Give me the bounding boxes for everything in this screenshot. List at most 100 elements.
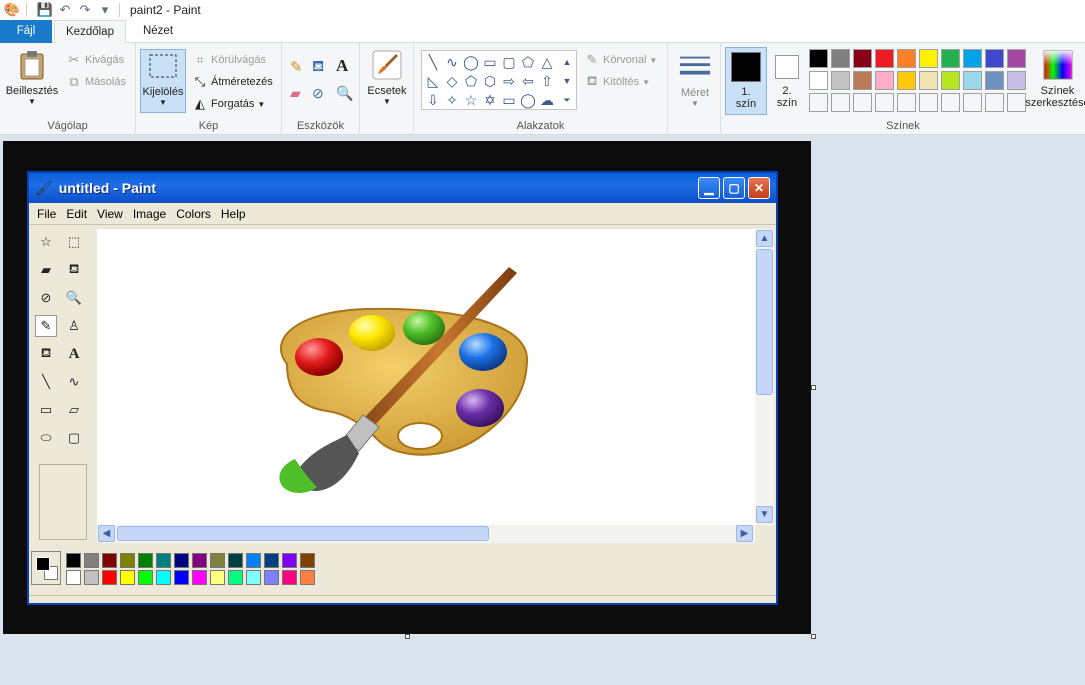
color-swatch[interactable] (875, 93, 894, 112)
select-button[interactable]: Kijelölés ▼ (140, 49, 186, 113)
color-swatch[interactable] (897, 49, 916, 68)
cut-button[interactable]: ✂ Kivágás (66, 52, 125, 68)
xp-menu-edit: Edit (66, 206, 88, 221)
paste-button[interactable]: Beillesztés ▼ (4, 49, 60, 106)
color-swatch[interactable] (809, 93, 828, 112)
color-swatch[interactable] (897, 93, 916, 112)
customize-quick-access-icon[interactable]: ▾ (97, 2, 113, 18)
color-swatch[interactable] (831, 93, 850, 112)
tab-home[interactable]: Kezdőlap (54, 20, 126, 44)
color-swatch[interactable] (809, 49, 828, 68)
color-swatch[interactable] (809, 71, 828, 90)
up-arrow-shape-icon[interactable]: ⇧ (538, 72, 556, 90)
xp-color-swatch (282, 570, 297, 585)
color-swatch[interactable] (853, 71, 872, 90)
right-arrow-shape-icon[interactable]: ⇨ (500, 72, 518, 90)
edit-colors-button[interactable]: Színek szerkesztése (1025, 49, 1085, 109)
color-swatch[interactable] (919, 71, 938, 90)
color-swatch[interactable] (919, 49, 938, 68)
five-point-star-shape-icon[interactable]: ☆ (462, 91, 480, 109)
redo-icon[interactable]: ↷ (77, 2, 93, 18)
color-swatch[interactable] (963, 93, 982, 112)
color-swatch[interactable] (985, 71, 1004, 90)
save-icon[interactable]: 💾 (37, 2, 53, 18)
six-point-star-shape-icon[interactable]: ✡ (481, 91, 499, 109)
polygon-shape-icon[interactable]: ⬠ (519, 53, 537, 71)
color-swatch[interactable] (875, 71, 894, 90)
fill-button[interactable]: ⛾ Kitöltés ▼ (584, 73, 650, 90)
diamond-shape-icon[interactable]: ◇ (443, 72, 461, 90)
color1-button[interactable]: 1. szín (725, 47, 767, 115)
left-arrow-shape-icon[interactable]: ⇦ (519, 72, 537, 90)
xp-color-swatch (138, 570, 153, 585)
triangle-shape-icon[interactable]: △ (538, 53, 556, 71)
rotate-button[interactable]: ◭ Forgatás ▼ (192, 96, 265, 112)
color-swatch[interactable] (1007, 71, 1026, 90)
color-swatch[interactable] (853, 93, 872, 112)
color-swatch[interactable] (875, 49, 894, 68)
resize-handle-corner[interactable] (811, 634, 816, 639)
resize-button[interactable]: ⤡ Átméretezés (192, 74, 273, 90)
curve-shape-icon[interactable]: ∿ (443, 53, 461, 71)
resize-handle-right[interactable] (811, 385, 816, 390)
rounded-rectangle-shape-icon[interactable]: ▢ (500, 53, 518, 71)
brushes-button[interactable]: Ecsetek ▼ (364, 49, 410, 106)
rectangle-shape-icon[interactable]: ▭ (481, 53, 499, 71)
outline-pen-icon: ✎ (586, 52, 598, 67)
color-swatch[interactable] (985, 93, 1004, 112)
color-swatch[interactable] (831, 71, 850, 90)
ellipse-tool-icon: ⬭ (40, 430, 52, 445)
oval-shape-icon[interactable]: ◯ (462, 53, 480, 71)
down-arrow-shape-icon[interactable]: ⇩ (424, 91, 442, 109)
color-swatch[interactable] (1007, 93, 1026, 112)
more-shapes-icon[interactable]: ⏷ (559, 91, 575, 109)
cloud-callout-shape-icon[interactable]: ☁ (538, 91, 556, 109)
callout-rect-shape-icon[interactable]: ▭ (500, 91, 518, 109)
fill-bucket-icon[interactable]: ⛾ (312, 58, 324, 77)
color2-button[interactable]: 2. szín (769, 47, 805, 115)
color-swatch[interactable] (941, 49, 960, 68)
color-swatch[interactable] (963, 49, 982, 68)
color-swatch[interactable] (941, 71, 960, 90)
cut-label: Kivágás (85, 54, 125, 66)
resize-icon: ⤡ (194, 74, 206, 89)
tab-file[interactable]: Fájl (0, 20, 52, 43)
color-swatch[interactable] (919, 93, 938, 112)
copy-button[interactable]: ⧉ Másolás (66, 74, 126, 90)
pentagon-shape-icon[interactable]: ⬠ (462, 72, 480, 90)
window-title: paint2 - Paint (130, 3, 201, 17)
size-button[interactable]: Méret ▼ (673, 51, 717, 108)
text-tool-icon[interactable]: A (336, 56, 348, 76)
color-swatch[interactable] (1007, 49, 1026, 68)
tab-view[interactable]: Nézet (130, 20, 186, 43)
color-swatch[interactable] (985, 49, 1004, 68)
pencil-icon[interactable]: ✎ (290, 58, 303, 76)
callout-oval-shape-icon[interactable]: ◯ (519, 91, 537, 109)
color-swatch[interactable] (897, 71, 916, 90)
undo-icon[interactable]: ↶ (57, 2, 73, 18)
outline-button[interactable]: ✎ Körvonal ▼ (584, 52, 658, 68)
hexagon-shape-icon[interactable]: ⬡ (481, 72, 499, 90)
color-swatch[interactable] (963, 71, 982, 90)
copy-icon: ⧉ (69, 74, 79, 89)
curve-tool-icon: ∿ (68, 374, 80, 389)
scroll-up-icon[interactable]: ▲ (559, 53, 575, 71)
color-spectrum-icon (1042, 49, 1074, 81)
scroll-down-icon[interactable]: ▼ (559, 72, 575, 90)
color-swatch[interactable] (853, 49, 872, 68)
color-picker-icon[interactable]: ⊘ (312, 85, 324, 102)
resize-handle-bottom[interactable] (405, 634, 410, 639)
color-swatch[interactable] (941, 93, 960, 112)
color2-label-line1: 2. (782, 85, 792, 97)
xp-current-colors (31, 551, 61, 585)
magnifier-icon[interactable]: 🔍 (336, 85, 353, 102)
eraser-icon[interactable]: ▰ (290, 85, 301, 102)
clipboard-group-label: Vágólap (47, 120, 88, 132)
four-point-star-shape-icon[interactable]: ✧ (443, 91, 461, 109)
brushes-label: Ecsetek (367, 85, 407, 97)
line-shape-icon[interactable]: ╲ (424, 53, 442, 71)
line-tool-icon: ╲ (42, 374, 50, 389)
color-swatch[interactable] (831, 49, 850, 68)
crop-button[interactable]: ⌗ Körülvágás (192, 52, 266, 68)
right-triangle-shape-icon[interactable]: ◺ (424, 72, 442, 90)
